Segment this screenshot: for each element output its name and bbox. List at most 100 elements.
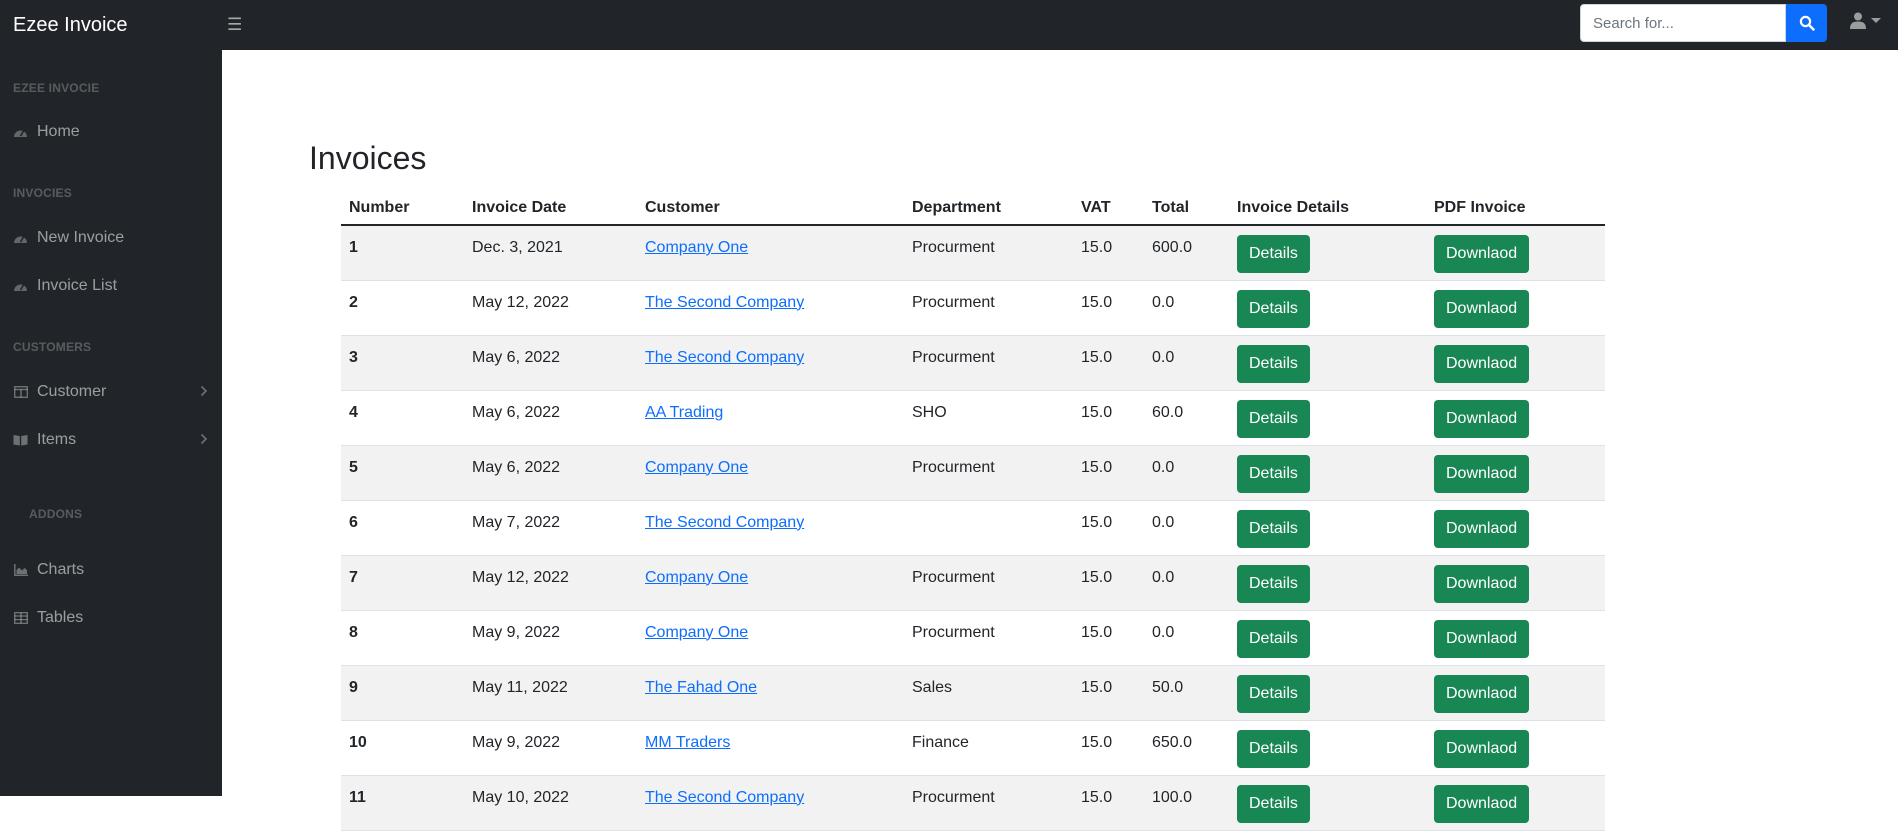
details-cell: Details <box>1229 610 1426 665</box>
details-button[interactable]: Details <box>1237 729 1310 768</box>
customer-link[interactable]: The Fahad One <box>645 679 757 696</box>
table-row: 7 May 12, 2022 Company One Procurment 15.0 0.… <box>341 555 1605 610</box>
customer-cell: The Fahad One <box>637 665 904 720</box>
download-button[interactable]: Downlaod <box>1434 564 1530 603</box>
customer-link[interactable]: Company One <box>645 624 748 641</box>
customer-link[interactable]: The Second Company <box>645 349 804 366</box>
total: 650.0 <box>1152 733 1193 751</box>
details-button[interactable]: Details <box>1237 289 1310 328</box>
customer-link[interactable]: The Second Company <box>645 789 804 806</box>
caret-down-icon <box>1871 17 1881 23</box>
details-button[interactable]: Details <box>1237 454 1310 493</box>
download-button[interactable]: Downlaod <box>1434 784 1530 823</box>
total: 600.0 <box>1152 239 1193 256</box>
customer-cell: Company One <box>637 555 904 610</box>
table-row: 10 May 9, 2022 MM Traders Finance 15.0 650.0 D… <box>341 720 1605 775</box>
sidebar-item-tables[interactable]: Tables <box>0 602 222 634</box>
details-button[interactable]: Details <box>1237 784 1310 823</box>
customer-cell: The Second Company <box>637 335 904 390</box>
sidebar-item-label: Items <box>37 431 77 448</box>
download-button[interactable]: Downlaod <box>1434 509 1530 548</box>
customer-link[interactable]: The Second Company <box>645 294 804 311</box>
sidebar-item-new-invoice[interactable]: New Invoice <box>0 222 222 254</box>
customer-link[interactable]: MM Traders <box>645 734 730 751</box>
download-cell: Downlaod <box>1426 555 1605 610</box>
table-header-row: Number Invoice Date Customer Department … <box>341 192 1605 226</box>
table-row: 5 May 6, 2022 Company One Procurment 15.0 0.0… <box>341 445 1605 500</box>
sidebar-item-label: Charts <box>37 561 85 578</box>
details-cell: Details <box>1229 665 1426 720</box>
download-button[interactable]: Downlaod <box>1434 235 1530 273</box>
sidebar-heading-ezee: EZEE INVOCIE <box>13 81 100 95</box>
download-button[interactable]: Downlaod <box>1434 344 1530 383</box>
sidebar-item-label: Customer <box>37 383 107 400</box>
column-header: Customer <box>637 192 904 226</box>
invoice-date: May 10, 2022 <box>472 788 569 806</box>
total: 0.0 <box>1152 458 1175 476</box>
table-row: 9 May 11, 2022 The Fahad One Sales 15.0 50.0 D… <box>341 665 1605 720</box>
column-header: Total <box>1144 192 1229 226</box>
customer-link[interactable]: The Second Company <box>645 514 804 531</box>
customer-link[interactable]: Company One <box>645 569 748 586</box>
customer-cell: Company One <box>637 445 904 500</box>
sidebar-item-charts[interactable]: Charts <box>0 554 222 586</box>
details-cell: Details <box>1229 335 1426 390</box>
download-button[interactable]: Downlaod <box>1434 399 1530 438</box>
table-row: 11 May 10, 2022 The Second Company Procurme… <box>341 775 1605 830</box>
sidebar-item-label: Tables <box>37 609 84 626</box>
invoice-date: May 7, 2022 <box>472 513 561 531</box>
table-row: 2 May 12, 2022 The Second Company Procurmen… <box>341 280 1605 335</box>
tachometer-icon <box>13 125 28 140</box>
download-button[interactable]: Downlaod <box>1434 729 1530 768</box>
department: Procurment <box>912 293 995 311</box>
download-cell: Downlaod <box>1426 445 1605 500</box>
customer-link[interactable]: Company One <box>645 459 748 476</box>
details-cell: Details <box>1229 500 1426 555</box>
search-input[interactable] <box>1580 4 1786 42</box>
invoice-number: 10 <box>349 733 367 751</box>
details-button[interactable]: Details <box>1237 235 1310 273</box>
customer-link[interactable]: AA Trading <box>645 404 723 421</box>
user-menu[interactable] <box>1850 12 1881 29</box>
download-button[interactable]: Downlaod <box>1434 289 1530 328</box>
download-button[interactable]: Downlaod <box>1434 619 1530 658</box>
page-title: Invoices <box>309 140 427 176</box>
details-cell: Details <box>1229 390 1426 445</box>
invoice-number: 3 <box>349 348 358 366</box>
top-navbar: Ezee Invoice ☰ <box>0 0 1898 50</box>
details-button[interactable]: Details <box>1237 399 1310 438</box>
customer-cell: MM Traders <box>637 720 904 775</box>
sidebar-item-items[interactable]: Items <box>0 424 222 456</box>
sidebar-item-home[interactable]: Home <box>0 116 222 148</box>
department: Procurment <box>912 239 995 256</box>
details-button[interactable]: Details <box>1237 509 1310 548</box>
column-header: Invoice Date <box>464 192 637 226</box>
sidebar-item-invoice-list[interactable]: Invoice List <box>0 270 222 302</box>
download-cell: Downlaod <box>1426 610 1605 665</box>
download-cell: Downlaod <box>1426 390 1605 445</box>
invoice-date: Dec. 3, 2021 <box>472 239 563 256</box>
vat: 15.0 <box>1081 513 1113 531</box>
invoices-table: Number Invoice Date Customer Department … <box>341 192 1605 831</box>
download-button[interactable]: Downlaod <box>1434 454 1530 493</box>
search-form <box>1580 4 1827 42</box>
book-open-icon <box>13 433 28 448</box>
sidebar-item-customer[interactable]: Customer <box>0 376 222 408</box>
invoices-table-container: Number Invoice Date Customer Department … <box>341 192 1605 831</box>
details-button[interactable]: Details <box>1237 344 1310 383</box>
department: Procurment <box>912 623 995 641</box>
sidebar-toggle-icon[interactable]: ☰ <box>227 15 242 35</box>
details-button[interactable]: Details <box>1237 564 1310 603</box>
vat: 15.0 <box>1081 678 1113 696</box>
customer-cell: The Second Company <box>637 775 904 830</box>
brand-logo[interactable]: Ezee Invoice <box>0 14 222 37</box>
details-button[interactable]: Details <box>1237 674 1310 713</box>
search-button[interactable] <box>1786 4 1827 42</box>
chevron-right-icon <box>200 385 208 397</box>
invoice-date: May 6, 2022 <box>472 403 561 421</box>
chevron-right-icon <box>200 433 208 445</box>
vat: 15.0 <box>1081 293 1113 311</box>
details-button[interactable]: Details <box>1237 619 1310 658</box>
customer-link[interactable]: Company One <box>645 239 748 256</box>
download-button[interactable]: Downlaod <box>1434 674 1530 713</box>
